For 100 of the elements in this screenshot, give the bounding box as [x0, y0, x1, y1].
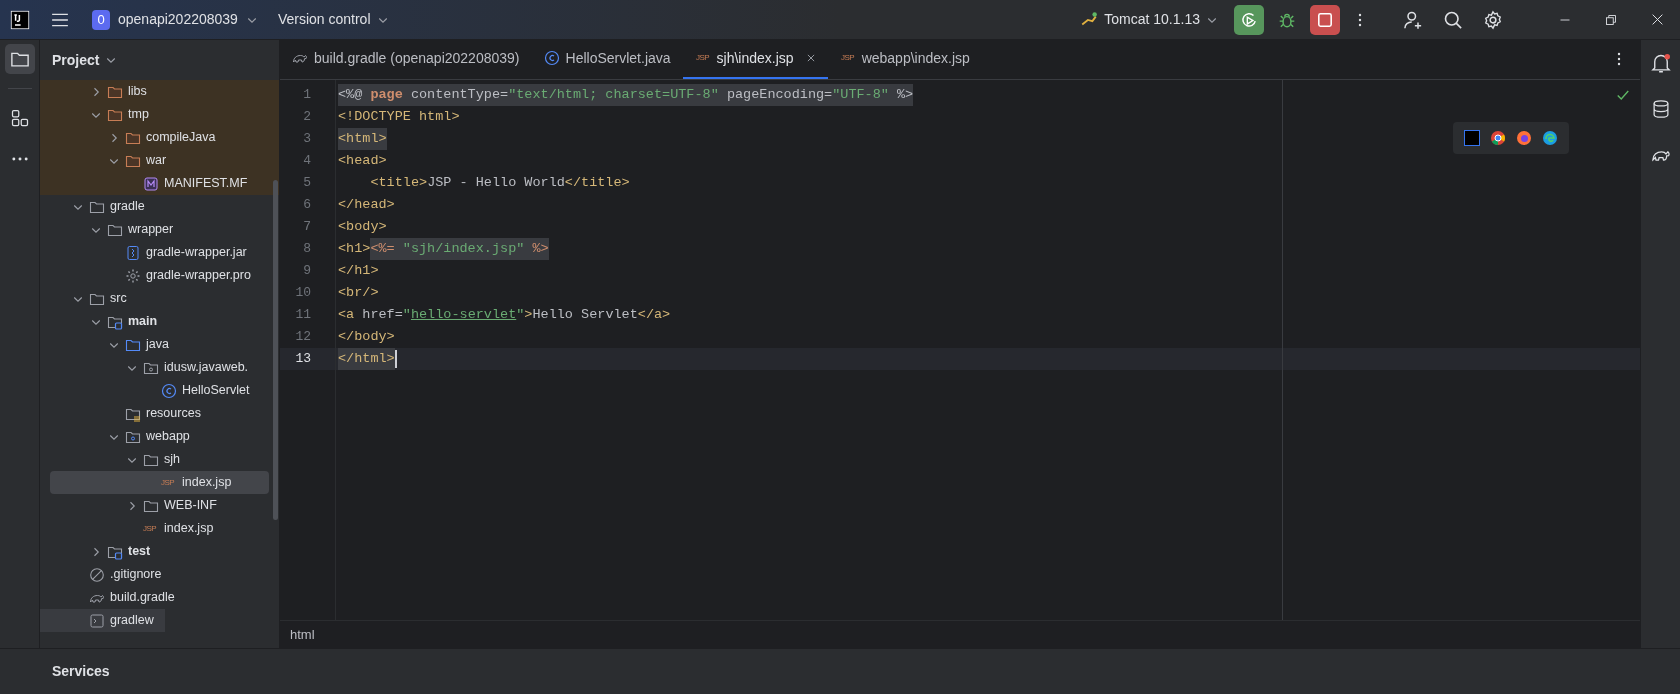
editor-tab[interactable]: HelloServlet.java — [531, 39, 683, 79]
tree-item[interactable]: MANIFEST.MF — [40, 172, 279, 195]
tree-item[interactable]: JSP index.jsp — [40, 517, 279, 540]
line-number: 1 — [302, 86, 312, 104]
line-number: 9 — [302, 262, 312, 280]
chrome-icon — [1490, 130, 1506, 146]
rerun-icon — [1240, 10, 1258, 29]
panel-title[interactable]: Services — [52, 661, 110, 682]
file-type-label: JSP — [695, 53, 711, 63]
tree-label: gradle — [110, 198, 145, 216]
tool-window-title[interactable]: Project — [52, 49, 118, 71]
tree-item[interactable]: java — [40, 333, 279, 356]
line-number: 2 — [302, 108, 312, 126]
tree-item[interactable]: compileJava — [40, 126, 279, 149]
check-icon — [1616, 88, 1630, 102]
stop-button[interactable] — [1310, 4, 1340, 35]
bell-icon — [1650, 53, 1671, 73]
editor-tab[interactable]: build.gradle (openapi202208039) — [280, 39, 532, 79]
run-configuration-selector[interactable]: Tomcat 10.1.13 — [1076, 5, 1222, 34]
tree-label: index.jsp — [182, 474, 232, 492]
stop-icon — [1316, 10, 1334, 29]
code-line: <body> — [337, 218, 388, 236]
tree-item[interactable]: build.gradle — [40, 586, 279, 609]
close-icon — [1650, 13, 1664, 26]
project-badge: 0 — [92, 9, 110, 30]
structure-icon — [9, 108, 30, 128]
manifest-file-icon — [143, 175, 159, 192]
terminal-file-icon — [89, 612, 105, 629]
tree-label: HelloServlet — [182, 382, 250, 400]
tree-item[interactable]: src — [40, 287, 279, 310]
tree-item[interactable]: gradle-wrapper.jar — [40, 241, 279, 264]
line-number: 5 — [302, 174, 312, 192]
tree-label: gradlew — [110, 612, 154, 630]
tree-label: libs — [128, 83, 147, 101]
editor-tab[interactable]: JSP webapp\index.jsp — [827, 39, 982, 79]
database-icon — [1650, 99, 1671, 119]
tree-label: tmp — [128, 106, 149, 124]
tree-label: java — [146, 336, 169, 354]
tree-item[interactable]: libs — [40, 80, 279, 103]
restore-icon — [1605, 13, 1617, 26]
rerun-button[interactable] — [1234, 4, 1264, 35]
tree-item[interactable]: gradle — [40, 195, 279, 218]
file-type-label: JSP — [143, 523, 158, 534]
close-icon — [805, 53, 816, 63]
tree-label: wrapper — [128, 221, 174, 239]
file-type-label: JSP — [161, 477, 176, 488]
tree-item[interactable]: sjh — [40, 448, 279, 471]
code-line: <%@ page contentType="text/html; charset=UTF-8" pageEncoding="UTF-8" %> — [336, 84, 1640, 106]
tree-item[interactable]: resources — [40, 402, 279, 425]
tree-label: war — [146, 152, 167, 170]
file-type-label: JSP — [840, 53, 856, 63]
editor-tab[interactable]: JSP sjh\index.jsp — [682, 39, 828, 79]
tree-label: WEB-INF — [164, 497, 217, 515]
text-cursor — [394, 350, 397, 368]
firefox-icon — [1516, 130, 1532, 146]
edge-icon — [1542, 130, 1558, 146]
archive-file-icon — [125, 244, 141, 261]
tree-label: resources — [146, 405, 201, 423]
tree-item[interactable]: webapp — [40, 425, 279, 448]
tree-item[interactable]: main — [40, 310, 279, 333]
add-user-icon — [1403, 9, 1423, 30]
tree-item[interactable]: gradlew — [40, 609, 165, 632]
tree-label: index.jsp — [164, 520, 214, 538]
tree-item[interactable]: WEB-INF — [40, 494, 279, 517]
project-name: openapi202208039 — [118, 10, 238, 29]
line-number: 6 — [302, 196, 312, 214]
line-number: 8 — [302, 240, 312, 258]
tree-item[interactable]: gradle-wrapper.pro — [40, 264, 279, 287]
breadcrumb[interactable]: html — [290, 624, 315, 645]
code-line: <a href="hello-servlet">Hello Servlet</a> — [337, 306, 672, 324]
code-line: <title>JSP - Hello World</title> — [369, 174, 631, 192]
project-selector[interactable]: 0 openapi202208039 — [88, 5, 262, 34]
search-icon — [1443, 9, 1463, 30]
line-number: 10 — [294, 284, 312, 302]
tree-item[interactable]: idusw.javaweb. — [40, 356, 279, 379]
class-icon — [161, 382, 177, 399]
app-logo-icon — [10, 9, 30, 30]
tree-item[interactable]: test — [40, 540, 279, 563]
tree-item[interactable]: .gitignore — [40, 563, 279, 586]
tree-item[interactable]: wrapper — [40, 218, 279, 241]
tree-label: sjh — [164, 451, 180, 469]
project-tool-button[interactable] — [4, 44, 35, 74]
line-number: 4 — [302, 152, 312, 170]
tree-label: test — [128, 543, 151, 561]
tree-item[interactable]: JSP index.jsp — [50, 471, 269, 494]
code-line: </h1> — [337, 262, 380, 280]
tree-label: MANIFEST.MF — [164, 175, 248, 193]
settings-icon — [1483, 9, 1503, 30]
code-line: </body> — [337, 328, 396, 346]
tree-item[interactable]: HelloServlet — [40, 379, 279, 402]
tree-item[interactable]: tmp — [40, 103, 279, 126]
code-line: <html> — [336, 128, 1640, 150]
more-horizontal-icon — [11, 157, 28, 161]
gear-icon — [125, 267, 141, 284]
vcs-menu[interactable]: Version control — [273, 5, 393, 34]
scrollbar[interactable] — [273, 180, 278, 520]
prohibited-sign-icon — [89, 566, 105, 583]
tree-label: gradle-wrapper.pro — [146, 267, 251, 285]
tree-item[interactable]: war — [40, 149, 279, 172]
code-line: </head> — [337, 196, 396, 214]
